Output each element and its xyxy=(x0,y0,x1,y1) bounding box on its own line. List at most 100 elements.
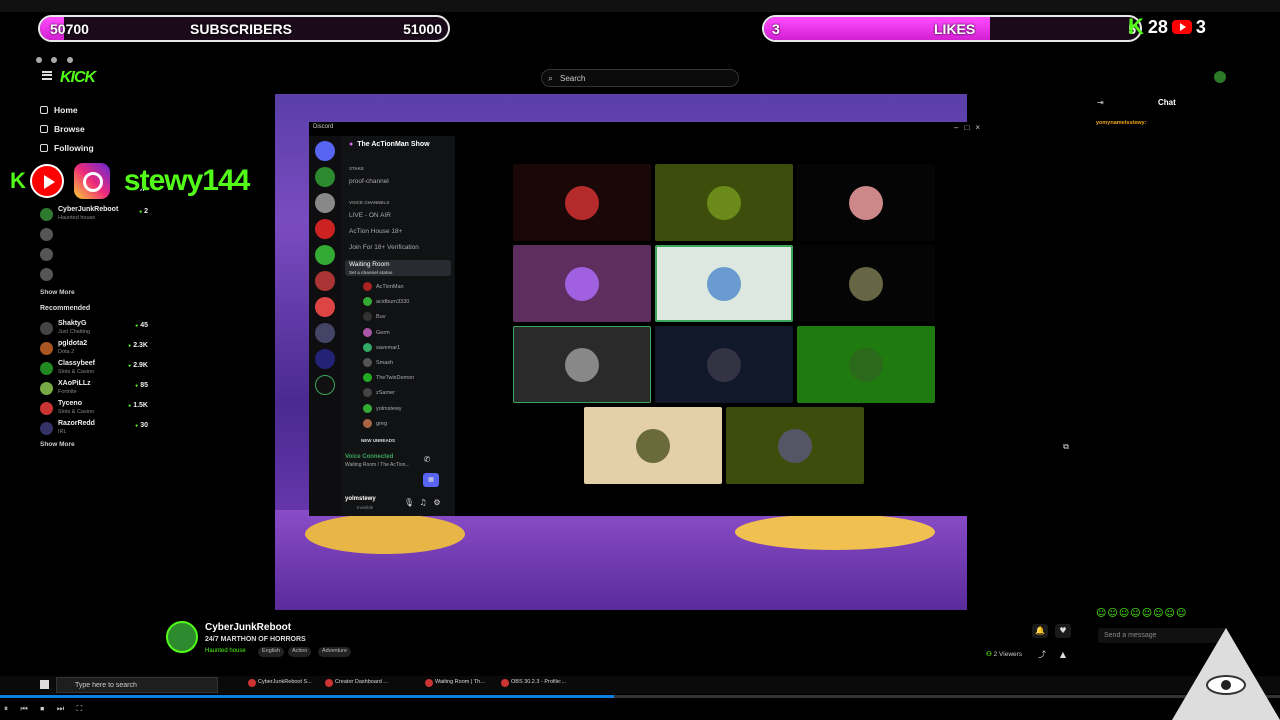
following-channel-offline[interactable] xyxy=(40,225,160,245)
participant-tile[interactable] xyxy=(655,326,793,403)
server-icon[interactable] xyxy=(315,271,335,291)
voice-user[interactable]: acidburn3330 xyxy=(363,297,409,307)
voice-user[interactable]: AcTionMan xyxy=(363,282,404,291)
stream-tag[interactable]: Action xyxy=(288,647,312,657)
voice-user[interactable]: Smash xyxy=(363,358,393,367)
collapse-chat-icon[interactable]: ⇥ xyxy=(1097,98,1104,107)
streamer-avatar[interactable] xyxy=(166,621,198,653)
category-stake[interactable]: STAKE xyxy=(349,166,364,171)
server-icon[interactable] xyxy=(315,219,335,239)
server-icon[interactable] xyxy=(315,167,335,187)
notification-bell-icon[interactable]: 🔔 xyxy=(1032,624,1048,638)
voice-channel[interactable]: Join For 18+ Verification xyxy=(349,244,419,251)
voice-user-name: Germ xyxy=(376,329,390,336)
recommended-channel[interactable]: XAoPiLLz Fortnite 85 xyxy=(40,379,160,399)
user-avatar[interactable] xyxy=(1214,71,1226,83)
avatar xyxy=(565,347,599,382)
nav-browse[interactable]: Browse xyxy=(40,119,160,138)
window-controls[interactable]: –□× xyxy=(954,123,986,132)
youtube-icon xyxy=(1171,20,1192,34)
following-channel-offline[interactable] xyxy=(40,245,160,265)
server-icon[interactable] xyxy=(315,297,335,317)
participant-tile[interactable] xyxy=(797,326,935,403)
stream-category[interactable]: Haunted house xyxy=(205,648,246,654)
participant-tile[interactable] xyxy=(797,164,935,241)
voice-user[interactable]: Germ xyxy=(363,327,390,337)
playback-progress[interactable] xyxy=(0,695,1280,698)
stream-tag[interactable]: English xyxy=(258,647,285,657)
streamer-name[interactable]: CyberJunkReboot xyxy=(205,622,291,633)
voice-location[interactable]: Waiting Room / The AcTion... xyxy=(345,462,410,468)
voice-channel[interactable]: LIVE - ON AIR xyxy=(349,212,391,219)
participant-tile[interactable] xyxy=(726,407,864,484)
participant-tile[interactable] xyxy=(513,245,651,322)
recommended-channel[interactable]: pgldota2 Dota 2 2.3K xyxy=(40,339,160,359)
following-channel-offline[interactable] xyxy=(40,265,160,285)
avatar xyxy=(565,266,599,301)
settings-icon[interactable]: ⚙ xyxy=(429,496,445,510)
voice-user[interactable]: greg xyxy=(363,418,387,428)
taskbar-app[interactable]: CyberJunkReboot S... xyxy=(248,679,312,687)
kick-logo[interactable]: KICK xyxy=(60,69,96,87)
participant-tile-speaking[interactable] xyxy=(655,245,793,322)
add-server-icon[interactable] xyxy=(315,375,335,395)
show-more-following[interactable]: Show More xyxy=(40,289,160,305)
nav-following[interactable]: Following xyxy=(40,138,160,157)
disconnect-icon[interactable]: ✆ xyxy=(419,453,435,467)
tab-dot-icon[interactable] xyxy=(36,57,42,63)
menu-icon[interactable] xyxy=(42,71,52,80)
tab-dot-icon[interactable] xyxy=(51,57,58,63)
windows-start-icon[interactable] xyxy=(40,680,49,689)
participant-tile[interactable] xyxy=(513,326,651,403)
player-controls[interactable]: ⏸ ⏮ ⏹ ⏭ ⛶ xyxy=(0,704,160,718)
category-voice[interactable]: VOICE CHANNELS xyxy=(349,200,389,205)
taskbar-app[interactable]: Waiting Room | Th... xyxy=(425,679,485,687)
voice-channel[interactable]: AcTion House 18+ xyxy=(349,228,402,235)
server-name[interactable]: The AcTionMan Show xyxy=(349,141,429,148)
discord-home-icon[interactable] xyxy=(315,141,335,161)
server-icon[interactable] xyxy=(315,193,335,213)
taskbar-search-input[interactable] xyxy=(56,677,218,693)
recommended-channel[interactable]: Classybeef Slots & Casino 2.9K xyxy=(40,359,160,379)
new-unreads[interactable]: NEW UNREADS xyxy=(361,438,395,443)
follow-heart-icon[interactable]: ♥ xyxy=(1055,624,1071,638)
search-box[interactable]: ⌕ xyxy=(541,69,739,87)
window-title: Discord xyxy=(313,124,334,130)
server-icon[interactable] xyxy=(315,323,335,343)
participant-tile[interactable] xyxy=(584,407,722,484)
popout-icon[interactable]: ⧉ xyxy=(1058,440,1074,454)
server-icon[interactable] xyxy=(315,349,335,369)
recommended-channel[interactable]: RazorRedd IRL 30 xyxy=(40,419,160,439)
voice-user[interactable]: zSamer xyxy=(363,388,395,398)
server-icon[interactable] xyxy=(315,245,335,265)
activities-icon[interactable]: ▦ xyxy=(423,473,439,487)
participant-tile[interactable] xyxy=(655,164,793,241)
voice-connected: Voice Connected xyxy=(345,454,394,460)
chat-message-user[interactable]: yomynameisstewy: xyxy=(1096,120,1146,126)
likes-label: LIKES xyxy=(934,21,976,37)
participant-tile[interactable] xyxy=(513,164,651,241)
stream-tag[interactable]: Adventure xyxy=(318,647,352,657)
text-channel[interactable]: proof-channel xyxy=(349,178,389,185)
voice-user[interactable]: yolmstewy xyxy=(363,403,402,413)
taskbar-app[interactable]: Creator Dashboard ... xyxy=(325,679,388,687)
current-user[interactable]: yolmstewy xyxy=(345,496,376,502)
youtube-icon xyxy=(29,164,64,198)
search-input[interactable] xyxy=(560,72,730,84)
tab-dot-icon[interactable] xyxy=(66,57,73,63)
recommended-channel[interactable]: ShaktyG Just Chatting 45 xyxy=(40,319,160,339)
viewer-count: 30 xyxy=(135,422,148,429)
nav-home[interactable]: Home xyxy=(40,100,160,119)
emote-bar[interactable]: ☺☺☺☺☺☺☺☺ xyxy=(1096,608,1187,619)
more-icon[interactable]: ▲ xyxy=(1055,648,1071,662)
following-channel[interactable]: CyberJunkReboot Haunted house 2 xyxy=(40,205,160,225)
voice-user[interactable]: savemar1 xyxy=(363,342,400,352)
voice-user[interactable]: Buv xyxy=(363,312,385,322)
channel-sidebar: The AcTionMan Show STAKE proof-channel V… xyxy=(341,136,455,516)
participant-tile[interactable] xyxy=(797,245,935,322)
share-icon[interactable]: ⤴ xyxy=(1034,648,1050,662)
show-more-recommended[interactable]: Show More xyxy=(40,441,160,448)
voice-user[interactable]: TheTwixDemon xyxy=(363,373,414,383)
recommended-channel[interactable]: Tyceno Slots & Casino 1.5K xyxy=(40,399,160,419)
taskbar-app[interactable]: OBS 30.2.3 - Profile:... xyxy=(501,679,566,687)
